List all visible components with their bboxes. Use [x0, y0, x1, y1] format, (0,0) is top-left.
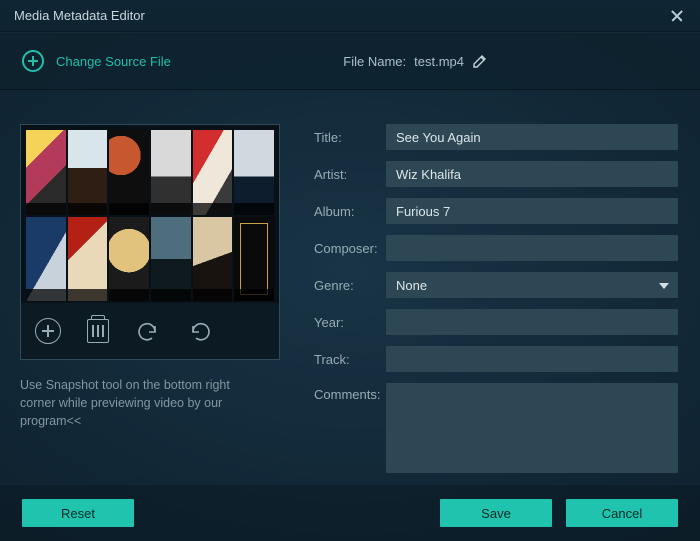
snapshot-panel	[20, 124, 280, 360]
redo-button[interactable]	[187, 318, 213, 344]
composer-label: Composer:	[314, 241, 386, 256]
footer: Reset Save Cancel	[0, 485, 700, 541]
hint-text: Use Snapshot tool on the bottom right co…	[20, 376, 265, 430]
thumbnail[interactable]	[234, 130, 274, 215]
genre-select[interactable]	[386, 272, 678, 298]
add-snapshot-button[interactable]	[35, 318, 61, 344]
artist-input[interactable]	[386, 161, 678, 187]
album-input[interactable]	[386, 198, 678, 224]
plus-circle-icon	[22, 50, 44, 72]
thumbnail[interactable]	[68, 130, 108, 215]
change-source-button[interactable]: Change Source File	[22, 50, 171, 72]
comments-input[interactable]	[386, 383, 678, 473]
thumbnail[interactable]	[151, 130, 191, 215]
track-label: Track:	[314, 352, 386, 367]
filename-display: File Name: test.mp4	[343, 53, 488, 69]
artist-label: Artist:	[314, 167, 386, 182]
thumbnail[interactable]	[68, 217, 108, 302]
genre-value[interactable]	[386, 272, 678, 298]
thumbnail[interactable]	[26, 130, 66, 215]
snapshot-toolbar	[21, 303, 279, 359]
album-label: Album:	[314, 204, 386, 219]
metadata-form: Title: Artist: Album: Composer: Genre: Y…	[314, 124, 678, 485]
reset-button[interactable]: Reset	[22, 499, 134, 527]
change-source-label: Change Source File	[56, 54, 171, 69]
thumbnail[interactable]	[193, 130, 233, 215]
thumbnail[interactable]	[109, 217, 149, 302]
edit-filename-icon[interactable]	[472, 53, 488, 69]
cancel-button[interactable]: Cancel	[566, 499, 678, 527]
thumbnail[interactable]	[26, 217, 66, 302]
thumbnail[interactable]	[151, 217, 191, 302]
close-icon[interactable]	[668, 7, 686, 25]
source-bar: Change Source File File Name: test.mp4	[0, 32, 700, 90]
filename-label: File Name:	[343, 54, 406, 69]
track-input[interactable]	[386, 346, 678, 372]
titlebar: Media Metadata Editor	[0, 0, 700, 32]
undo-button[interactable]	[135, 318, 161, 344]
genre-label: Genre:	[314, 278, 386, 293]
filename-value: test.mp4	[414, 54, 464, 69]
year-label: Year:	[314, 315, 386, 330]
thumbnail[interactable]	[109, 130, 149, 215]
save-button[interactable]: Save	[440, 499, 552, 527]
comments-label: Comments:	[314, 383, 386, 402]
year-input[interactable]	[386, 309, 678, 335]
thumbnail[interactable]	[193, 217, 233, 302]
title-input[interactable]	[386, 124, 678, 150]
composer-input[interactable]	[386, 235, 678, 261]
delete-snapshot-button[interactable]	[87, 319, 109, 343]
title-label: Title:	[314, 130, 386, 145]
thumbnail[interactable]	[234, 217, 274, 302]
window-title: Media Metadata Editor	[14, 8, 668, 23]
thumbnail-grid	[21, 125, 279, 303]
